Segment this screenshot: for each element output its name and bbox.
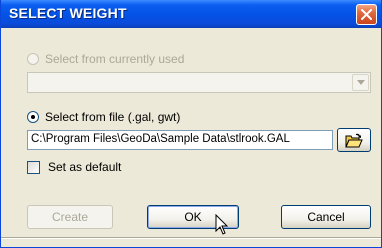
create-button[interactable]: Create xyxy=(27,205,113,229)
radio-from-file-label: Select from file (.gal, gwt) xyxy=(45,110,181,124)
weights-dropdown[interactable] xyxy=(27,72,371,93)
dropdown-button[interactable] xyxy=(352,74,369,91)
set-default-checkbox[interactable] xyxy=(27,160,40,174)
open-file-button[interactable] xyxy=(337,128,371,152)
chevron-down-icon xyxy=(356,80,365,85)
file-path-input[interactable]: C:\Program Files\GeoDa\Sample Data\stlro… xyxy=(27,130,333,150)
select-weight-dialog: SELECT WEIGHT Select from currently used… xyxy=(0,0,382,248)
dialog-body: Select from currently used Select from f… xyxy=(1,28,381,247)
dialog-title: SELECT WEIGHT xyxy=(9,5,127,21)
default-checkbox-row: Set as default xyxy=(27,160,121,174)
close-button[interactable] xyxy=(356,4,377,25)
set-default-label: Set as default xyxy=(48,160,122,174)
radio-from-used-label: Select from currently used xyxy=(45,52,185,66)
cancel-button[interactable]: Cancel xyxy=(281,205,371,229)
title-bar[interactable]: SELECT WEIGHT xyxy=(1,0,381,28)
radio-from-used-row: Select from currently used xyxy=(27,52,184,66)
radio-from-file-row: Select from file (.gal, gwt) xyxy=(27,110,180,124)
mouse-pointer-icon xyxy=(215,214,229,235)
close-icon xyxy=(361,9,372,20)
bottom-divider xyxy=(1,237,381,239)
open-folder-icon xyxy=(345,133,363,147)
radio-from-used[interactable] xyxy=(27,53,39,65)
radio-from-file[interactable] xyxy=(27,111,39,123)
